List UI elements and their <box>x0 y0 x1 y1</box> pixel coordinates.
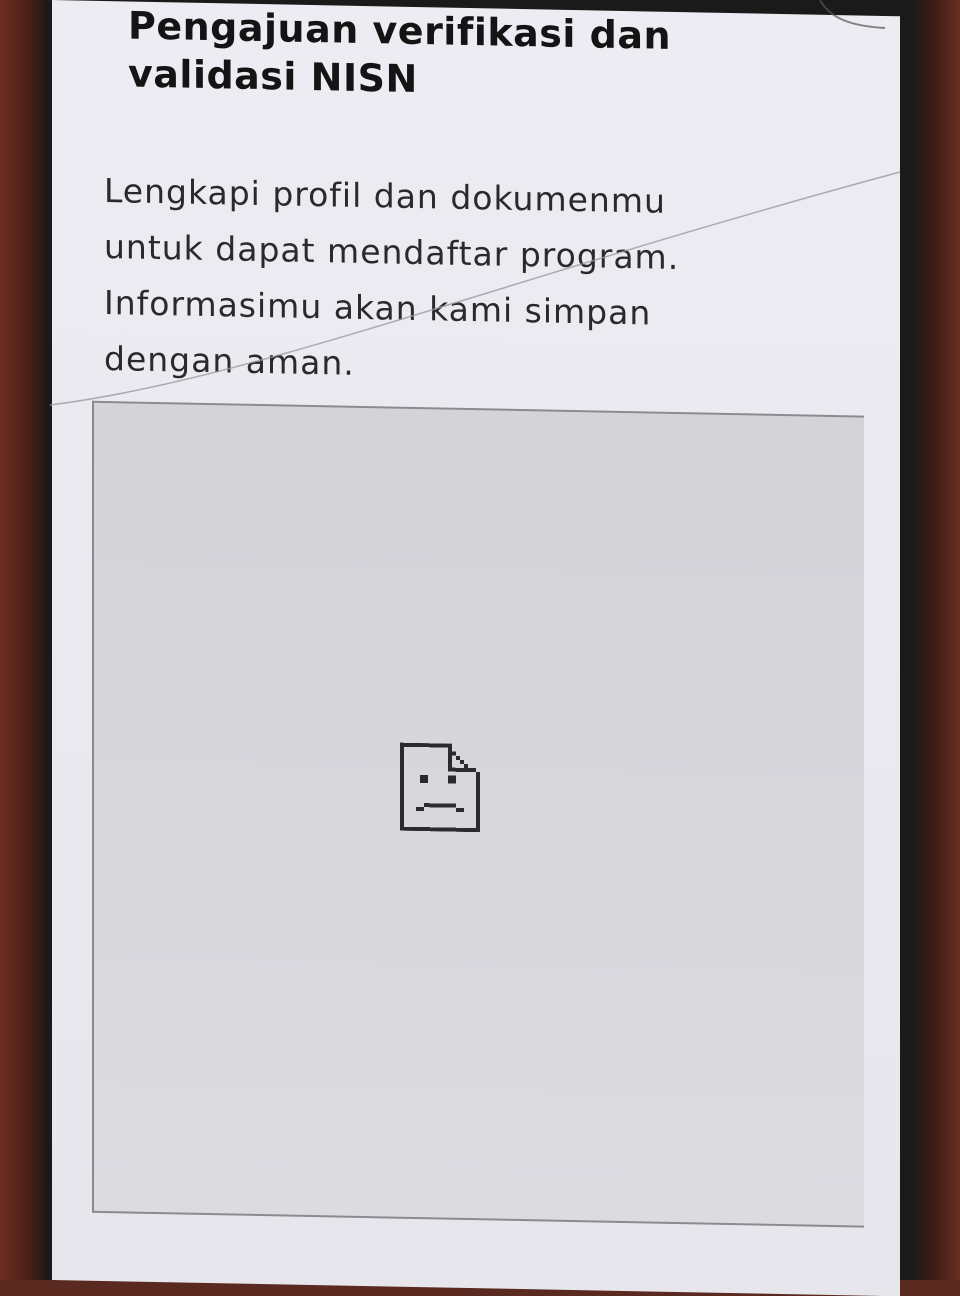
broken-image-icon <box>400 742 480 833</box>
page-description: Lengkapi profil dan dokumenmu untuk dapa… <box>104 163 824 401</box>
image-preview-placeholder <box>92 400 864 1228</box>
page-title: Pengajuan verifikasi dan validasi NISN <box>128 1 828 110</box>
app-screen: Pengajuan verifikasi dan validasi NISN L… <box>52 0 900 1296</box>
